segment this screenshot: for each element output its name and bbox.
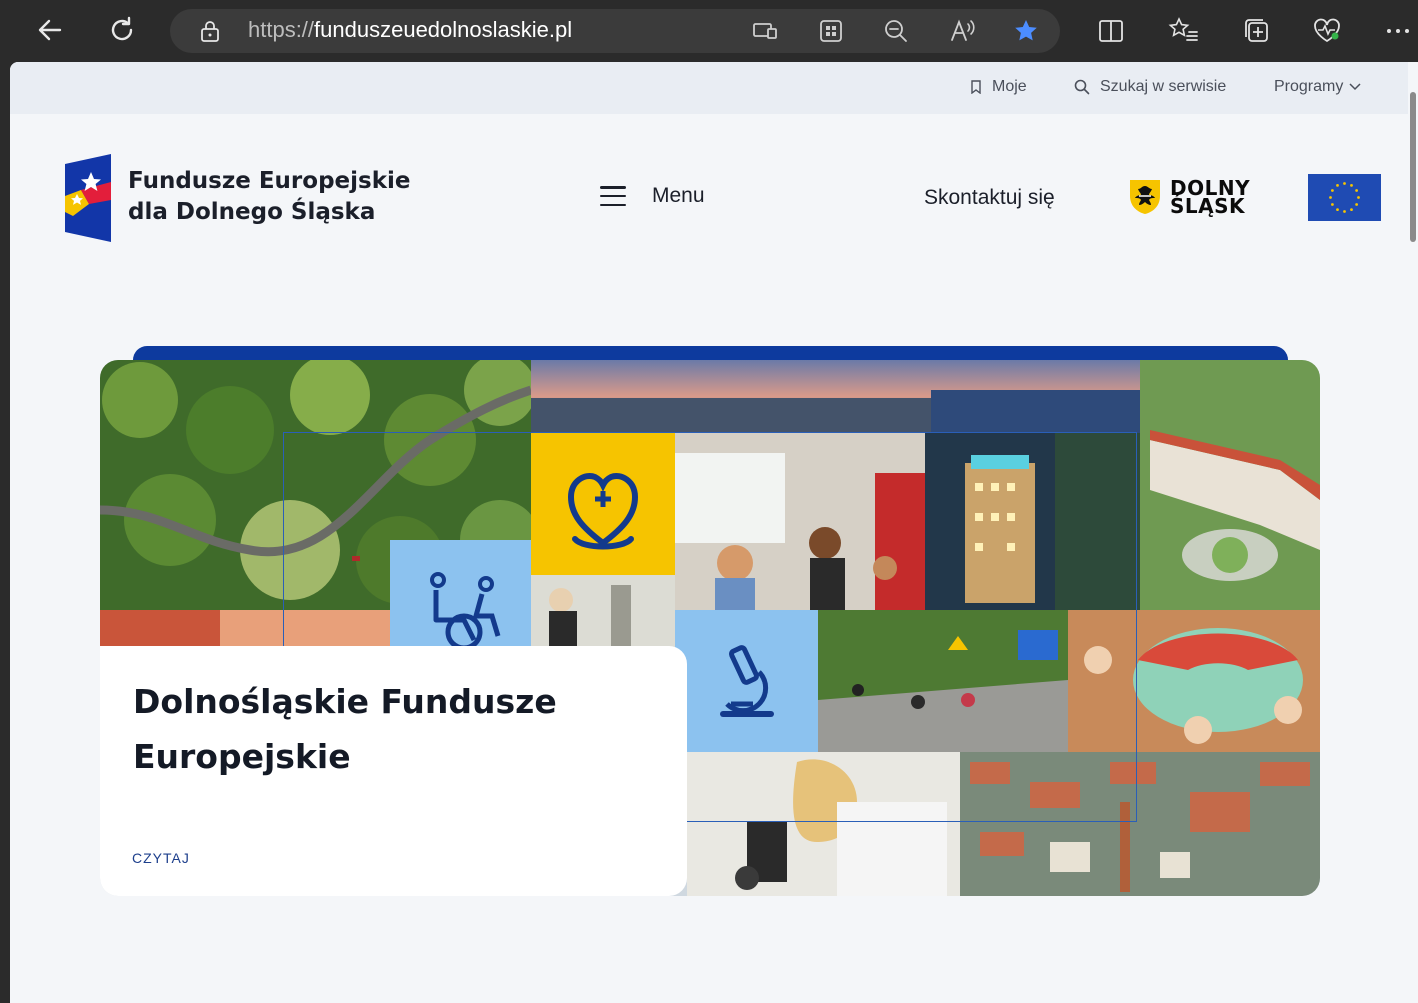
lock-icon[interactable] xyxy=(198,19,222,43)
more-options-icon[interactable] xyxy=(1381,14,1415,48)
address-bar[interactable]: https://funduszeuedolnoslaskie.pl xyxy=(170,9,1060,53)
menu-button[interactable]: Menu xyxy=(600,184,705,208)
site-logo-text[interactable]: Fundusze Europejskie dla Dolnego Śląska xyxy=(128,166,410,228)
browser-essentials-icon[interactable] xyxy=(1310,14,1344,48)
favorites-list-icon[interactable] xyxy=(1167,14,1201,48)
logo-line-1: Fundusze Europejskie xyxy=(128,168,411,194)
hero-title[interactable]: Dolnośląskie Fundusze Europejskie xyxy=(133,674,593,784)
url-text[interactable]: https://funduszeuedolnoslaskie.pl xyxy=(248,17,572,43)
favorite-star-icon[interactable] xyxy=(1012,17,1040,45)
split-screen-icon[interactable] xyxy=(1094,14,1128,48)
saved-link-label: Moje xyxy=(992,78,1027,95)
grid-apps-icon[interactable] xyxy=(817,17,845,45)
eu-flag-icon xyxy=(1308,174,1381,221)
hamburger-icon xyxy=(600,186,626,206)
region-logo-line-2: ŚLĄSK xyxy=(1170,194,1246,218)
page-viewport: Moje Szukaj w serwisie Programy Fundusze… xyxy=(10,62,1408,1003)
manor-aerial-photo xyxy=(1140,360,1320,610)
browser-toolbar: https://funduszeuedolnoslaskie.pl xyxy=(0,0,1418,62)
saved-link[interactable]: Moje xyxy=(970,78,1027,96)
zoom-out-icon[interactable] xyxy=(882,17,910,45)
menu-label: Menu xyxy=(652,184,705,207)
programs-dropdown[interactable]: Programy xyxy=(1274,78,1361,96)
utility-bar: Moje Szukaj w serwisie Programy xyxy=(10,62,1408,114)
programs-label: Programy xyxy=(1274,78,1344,95)
coat-of-arms-icon xyxy=(1130,180,1160,214)
collections-icon[interactable] xyxy=(1240,14,1274,48)
fe-logo-icon[interactable] xyxy=(65,154,113,242)
search-icon xyxy=(1074,79,1090,95)
site-search-label: Szukaj w serwisie xyxy=(1100,78,1227,95)
dolny-slask-logo[interactable]: DOLNY ŚLĄSK xyxy=(1128,178,1250,216)
site-search-link[interactable]: Szukaj w serwisie xyxy=(1074,78,1226,96)
hero-read-link[interactable]: CZYTAJ xyxy=(132,850,190,866)
chevron-down-icon xyxy=(1349,83,1361,91)
bookmark-icon xyxy=(971,80,981,94)
back-arrow-icon[interactable] xyxy=(32,12,68,48)
hero-card[interactable]: Dolnośląskie Fundusze Europejskie CZYTAJ xyxy=(100,646,687,896)
logo-line-2: dla Dolnego Śląska xyxy=(128,199,376,225)
app-view-icon[interactable] xyxy=(751,17,779,45)
scrollbar-thumb[interactable] xyxy=(1410,92,1416,242)
city-skyline-photo xyxy=(531,360,1141,433)
refresh-icon[interactable] xyxy=(104,12,140,48)
contact-link[interactable]: Skontaktuj się xyxy=(924,186,1055,210)
page-scrollbar[interactable] xyxy=(1408,62,1418,1003)
read-aloud-icon[interactable] xyxy=(948,17,976,45)
